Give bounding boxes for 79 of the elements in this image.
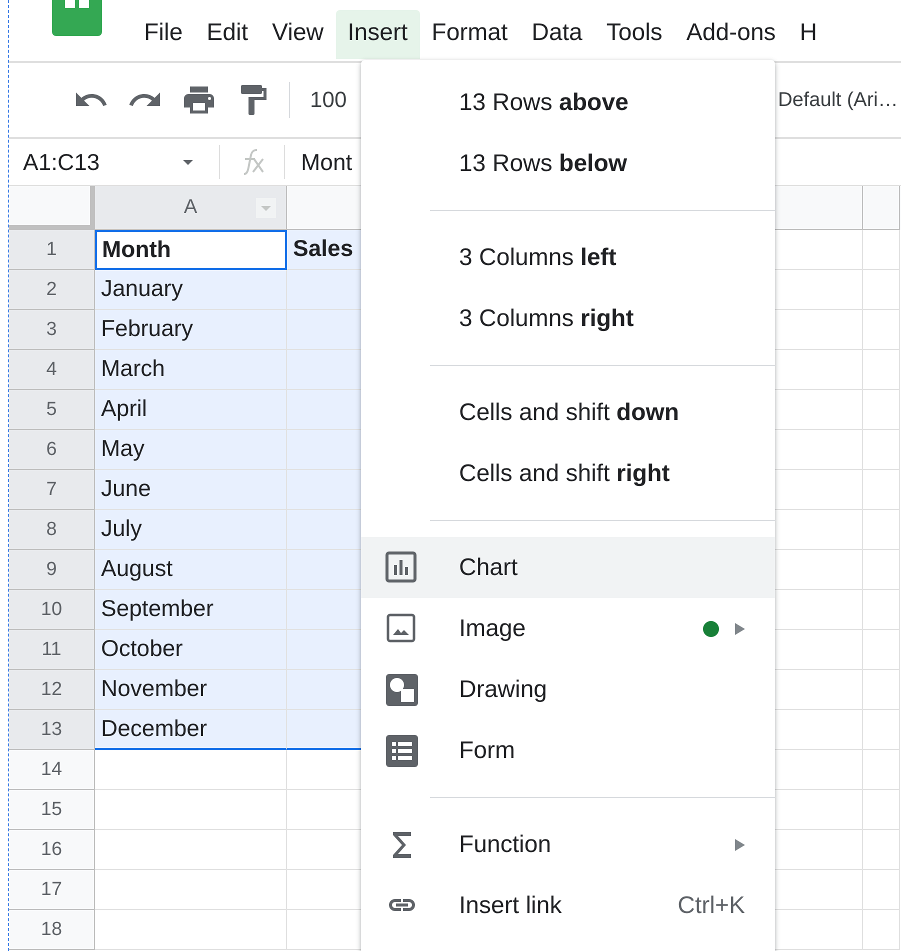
menu-item[interactable]: Format <box>420 10 520 59</box>
shapes-icon <box>385 672 419 706</box>
table-cell <box>863 230 900 270</box>
row-header[interactable]: 10 <box>9 590 95 630</box>
row-header[interactable]: 7 <box>9 470 95 510</box>
menu-item[interactable]: Data <box>520 10 594 59</box>
font-select[interactable]: Default (Ari… <box>778 88 898 112</box>
table-cell <box>863 790 900 830</box>
menu-item[interactable]: Tools <box>594 10 674 59</box>
menu-item[interactable]: Drawing <box>361 659 775 720</box>
row-header[interactable]: 8 <box>9 510 95 550</box>
table-cell: August <box>95 550 287 590</box>
list-icon <box>385 734 419 768</box>
column-header[interactable]: A <box>95 186 287 230</box>
table-cell <box>863 470 900 510</box>
table-cell <box>863 630 900 670</box>
table-cell: October <box>95 630 287 670</box>
table-cell: June <box>95 470 287 510</box>
table-cell <box>863 310 900 350</box>
formula-field[interactable]: Mont <box>301 148 352 176</box>
table-cell: March <box>95 350 287 390</box>
row-header[interactable]: 6 <box>9 430 95 470</box>
zoom-select[interactable]: 100 <box>310 87 347 113</box>
table-cell <box>863 870 900 910</box>
table-cell <box>863 390 900 430</box>
row-header[interactable]: 12 <box>9 670 95 710</box>
row-header[interactable]: 13 <box>9 710 95 750</box>
menu-item[interactable]: Insert <box>336 10 420 59</box>
row-header[interactable]: 2 <box>9 270 95 310</box>
table-cell: February <box>95 310 287 350</box>
menu-item[interactable]: File <box>132 10 195 59</box>
table-cell <box>863 510 900 550</box>
row-header[interactable]: 4 <box>9 350 95 390</box>
row-header[interactable]: 17 <box>9 870 95 910</box>
menu-item[interactable]: Insert link Ctrl+K <box>361 875 775 936</box>
row-header[interactable]: 1 <box>9 230 95 270</box>
menu-item[interactable]: Add-ons <box>674 10 788 59</box>
row-header[interactable]: 14 <box>9 750 95 790</box>
bar-chart-icon <box>385 550 419 584</box>
table-cell <box>863 750 900 790</box>
table-cell: January <box>95 270 287 310</box>
row-header[interactable]: 16 <box>9 830 95 870</box>
table-cell: Month <box>95 230 287 270</box>
menu-item[interactable]: Chart <box>361 537 775 598</box>
table-cell: November <box>95 670 287 710</box>
table-cell <box>863 550 900 590</box>
row-header[interactable]: 9 <box>9 550 95 590</box>
menu-item[interactable]: Image <box>361 598 775 659</box>
menu-item[interactable]: Edit <box>194 10 260 59</box>
table-cell: December <box>95 710 287 750</box>
menu-item[interactable]: Form <box>361 720 775 781</box>
row-header[interactable]: 15 <box>9 790 95 830</box>
table-cell <box>863 830 900 870</box>
table-cell <box>863 670 900 710</box>
table-cell <box>863 910 900 950</box>
menu-item[interactable]: View <box>260 10 336 59</box>
row-header[interactable]: 3 <box>9 310 95 350</box>
name-box[interactable]: A1:C13 <box>9 148 203 176</box>
table-cell <box>863 270 900 310</box>
menu-item[interactable]: Cells and shift right <box>361 443 775 504</box>
table-cell <box>863 590 900 630</box>
table-cell <box>863 350 900 390</box>
table-cell: July <box>95 510 287 550</box>
row-header[interactable]: 5 <box>9 390 95 430</box>
menu-item[interactable]: Function <box>361 814 775 875</box>
row-header[interactable]: 11 <box>9 630 95 670</box>
table-cell: April <box>95 390 287 430</box>
table-cell <box>863 710 900 750</box>
spreadsheet-logo-icon <box>52 0 102 36</box>
table-cell: September <box>95 590 287 630</box>
table-cell <box>863 430 900 470</box>
menu-item[interactable]: 13 Rows above <box>361 72 775 133</box>
menu-item[interactable]: Cells and shift down <box>361 382 775 443</box>
menu-item[interactable]: H <box>788 10 830 59</box>
menu-item[interactable]: 13 Rows below <box>361 133 775 194</box>
row-header[interactable]: 18 <box>9 910 95 950</box>
shortcut-hint: Ctrl+K <box>678 892 745 920</box>
table-cell: May <box>95 430 287 470</box>
menu-item[interactable]: 3 Columns right <box>361 288 775 349</box>
